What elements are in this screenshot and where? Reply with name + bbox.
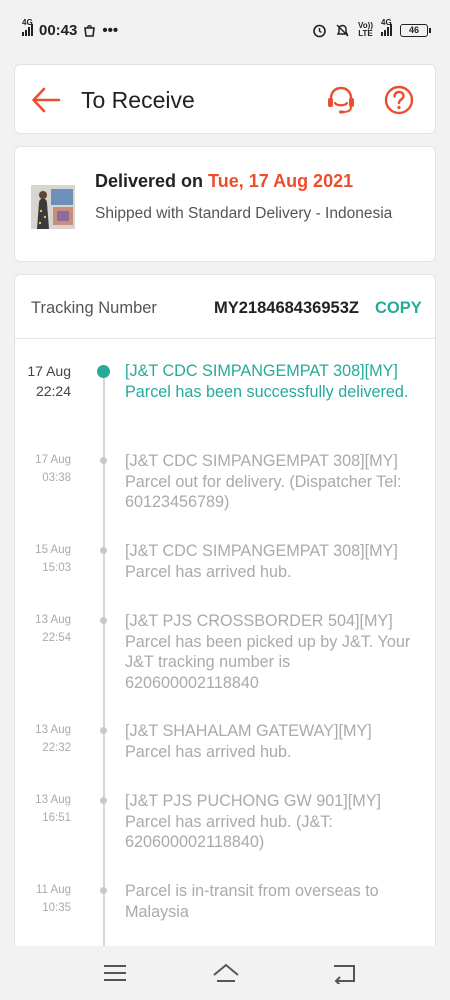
event-time: 10:35 — [42, 902, 71, 914]
alarm-icon — [313, 24, 326, 37]
back-arrow-icon[interactable] — [31, 86, 61, 114]
battery-icon: 46 — [400, 23, 431, 37]
back-icon[interactable] — [329, 962, 359, 984]
event-description: Parcel is in-transit from overseas to Ma… — [125, 882, 379, 921]
volte-icon: Vo)) LTE — [358, 21, 373, 38]
event-description: [J&T PJS PUCHONG GW 901][MY] Parcel has … — [125, 792, 382, 851]
event-date: 13 Aug — [35, 724, 71, 736]
event-time: 16:51 — [42, 812, 71, 824]
event-date: 11 Aug — [36, 884, 71, 896]
tracking-header: Tracking Number MY218468436953Z COPY — [15, 275, 435, 339]
event-description: [J&T CDC SIMPANGEMPAT 308][MY] Parcel ha… — [125, 362, 409, 401]
mute-icon — [336, 23, 349, 37]
page-title: To Receive — [81, 87, 195, 113]
event-time: 22:54 — [42, 632, 71, 644]
timeline-dot-icon — [100, 457, 107, 464]
delivery-status: Delivered on Tue, 17 Aug 2021 — [95, 171, 353, 192]
copy-button[interactable]: COPY — [375, 299, 422, 318]
signal-icon: 4G — [381, 18, 392, 36]
event-timestamp: 15 Aug 15:03 — [15, 541, 71, 577]
timeline-dot-icon — [100, 727, 107, 734]
event-timestamp: 11 Aug 10:35 — [15, 881, 71, 917]
product-thumbnail — [31, 185, 75, 229]
system-nav-bar — [0, 946, 450, 1000]
status-bar: 4G 00:43 ••• Vo)) LTE 4G 46 — [0, 0, 450, 60]
event-date: 13 Aug — [35, 794, 71, 806]
customer-support-icon[interactable] — [325, 84, 357, 116]
event-date: 13 Aug — [35, 614, 71, 626]
event-description: [J&T CDC SIMPANGEMPAT 308][MY] Parcel ha… — [125, 542, 398, 581]
delivery-date: Tue, 17 Aug 2021 — [208, 171, 354, 191]
signal-icon: 4G — [22, 18, 33, 36]
event-date: 15 Aug — [35, 544, 71, 556]
event-description: [J&T SHAHALAM GATEWAY][MY] Parcel has ar… — [125, 722, 372, 761]
tracking-card: Tracking Number MY218468436953Z COPY 17 … — [14, 274, 436, 974]
shipping-method: Shipped with Standard Delivery - Indones… — [95, 205, 393, 222]
event-time: 22:32 — [42, 742, 71, 754]
event-timestamp: 13 Aug 22:54 — [15, 611, 71, 647]
timeline-dot-icon — [97, 365, 110, 378]
home-icon[interactable] — [211, 962, 241, 984]
timeline-dot-icon — [100, 617, 107, 624]
event-time: 22:24 — [35, 383, 71, 399]
header-bar: To Receive — [14, 64, 436, 134]
event-date: 17 Aug — [27, 363, 71, 379]
event-date: 17 Aug — [35, 454, 71, 466]
timeline-dot-icon — [100, 887, 107, 894]
event-timestamp: 17 Aug 22:24 — [15, 361, 71, 401]
help-icon[interactable] — [383, 84, 415, 116]
event-time: 15:03 — [42, 562, 71, 574]
battery-level: 46 — [408, 25, 419, 35]
event-timestamp: 17 Aug 03:38 — [15, 451, 71, 487]
shopee-notification-icon — [84, 24, 96, 37]
clock: 00:43 — [39, 21, 78, 39]
tracking-number-label: Tracking Number — [31, 299, 157, 317]
event-time: 03:38 — [42, 472, 71, 484]
timeline-dot-icon — [100, 797, 107, 804]
timeline-dot-icon — [100, 547, 107, 554]
event-description: [J&T CDC SIMPANGEMPAT 308][MY] Parcel ou… — [125, 452, 402, 511]
event-timestamp: 13 Aug 22:32 — [15, 721, 71, 757]
menu-icon[interactable] — [100, 962, 130, 984]
tracking-number: MY218468436953Z — [214, 299, 359, 317]
event-description: [J&T PJS CROSSBORDER 504][MY] Parcel has… — [125, 612, 411, 692]
delivery-summary-card[interactable]: Delivered on Tue, 17 Aug 2021 Shipped wi… — [14, 146, 436, 262]
overflow-icon: ••• — [102, 21, 119, 39]
event-timestamp: 13 Aug 16:51 — [15, 791, 71, 827]
delivery-status-label: Delivered on — [95, 171, 209, 191]
